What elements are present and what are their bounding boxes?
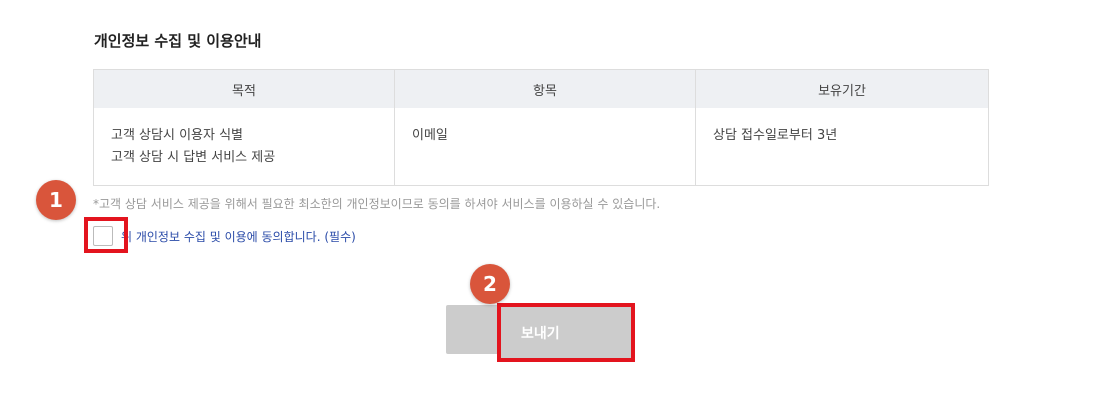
agree-row[interactable]: 위 개인정보 수집 및 이용에 동의합니다. (필수) [93,226,356,246]
callout-badge-2: 2 [470,264,510,304]
consent-notice: *고객 상담 서비스 제공을 위해서 필요한 최소한의 개인정보이므로 동의를 … [93,197,661,211]
column-header-period: 보유기간 [695,69,989,108]
table-header-row: 목적 항목 보유기간 [93,69,989,108]
cell-period: 상담 접수일로부터 3년 [713,128,838,143]
table-row: 고객 상담시 이용자 식별 고객 상담 시 답변 서비스 제공 이메일 상담 접… [93,108,989,185]
privacy-info-table: 목적 항목 보유기간 고객 상담시 이용자 식별 고객 상담 시 답변 서비스 … [93,69,989,186]
send-button[interactable]: 보내기 [497,303,635,362]
cell-purpose: 고객 상담시 이용자 식별 고객 상담 시 답변 서비스 제공 [93,108,395,185]
purpose-line-1: 고객 상담시 이용자 식별 [111,128,243,143]
agree-label[interactable]: 위 개인정보 수집 및 이용에 동의합니다. (필수) [121,228,356,245]
purpose-line-2: 고객 상담 시 답변 서비스 제공 [111,150,276,165]
section-title: 개인정보 수집 및 이용안내 [94,32,262,50]
callout-highlight-checkbox [84,217,128,253]
column-header-purpose: 목적 [93,69,395,108]
callout-badge-1: 1 [36,180,76,220]
cell-item: 이메일 [394,108,696,185]
column-header-item: 항목 [394,69,696,108]
